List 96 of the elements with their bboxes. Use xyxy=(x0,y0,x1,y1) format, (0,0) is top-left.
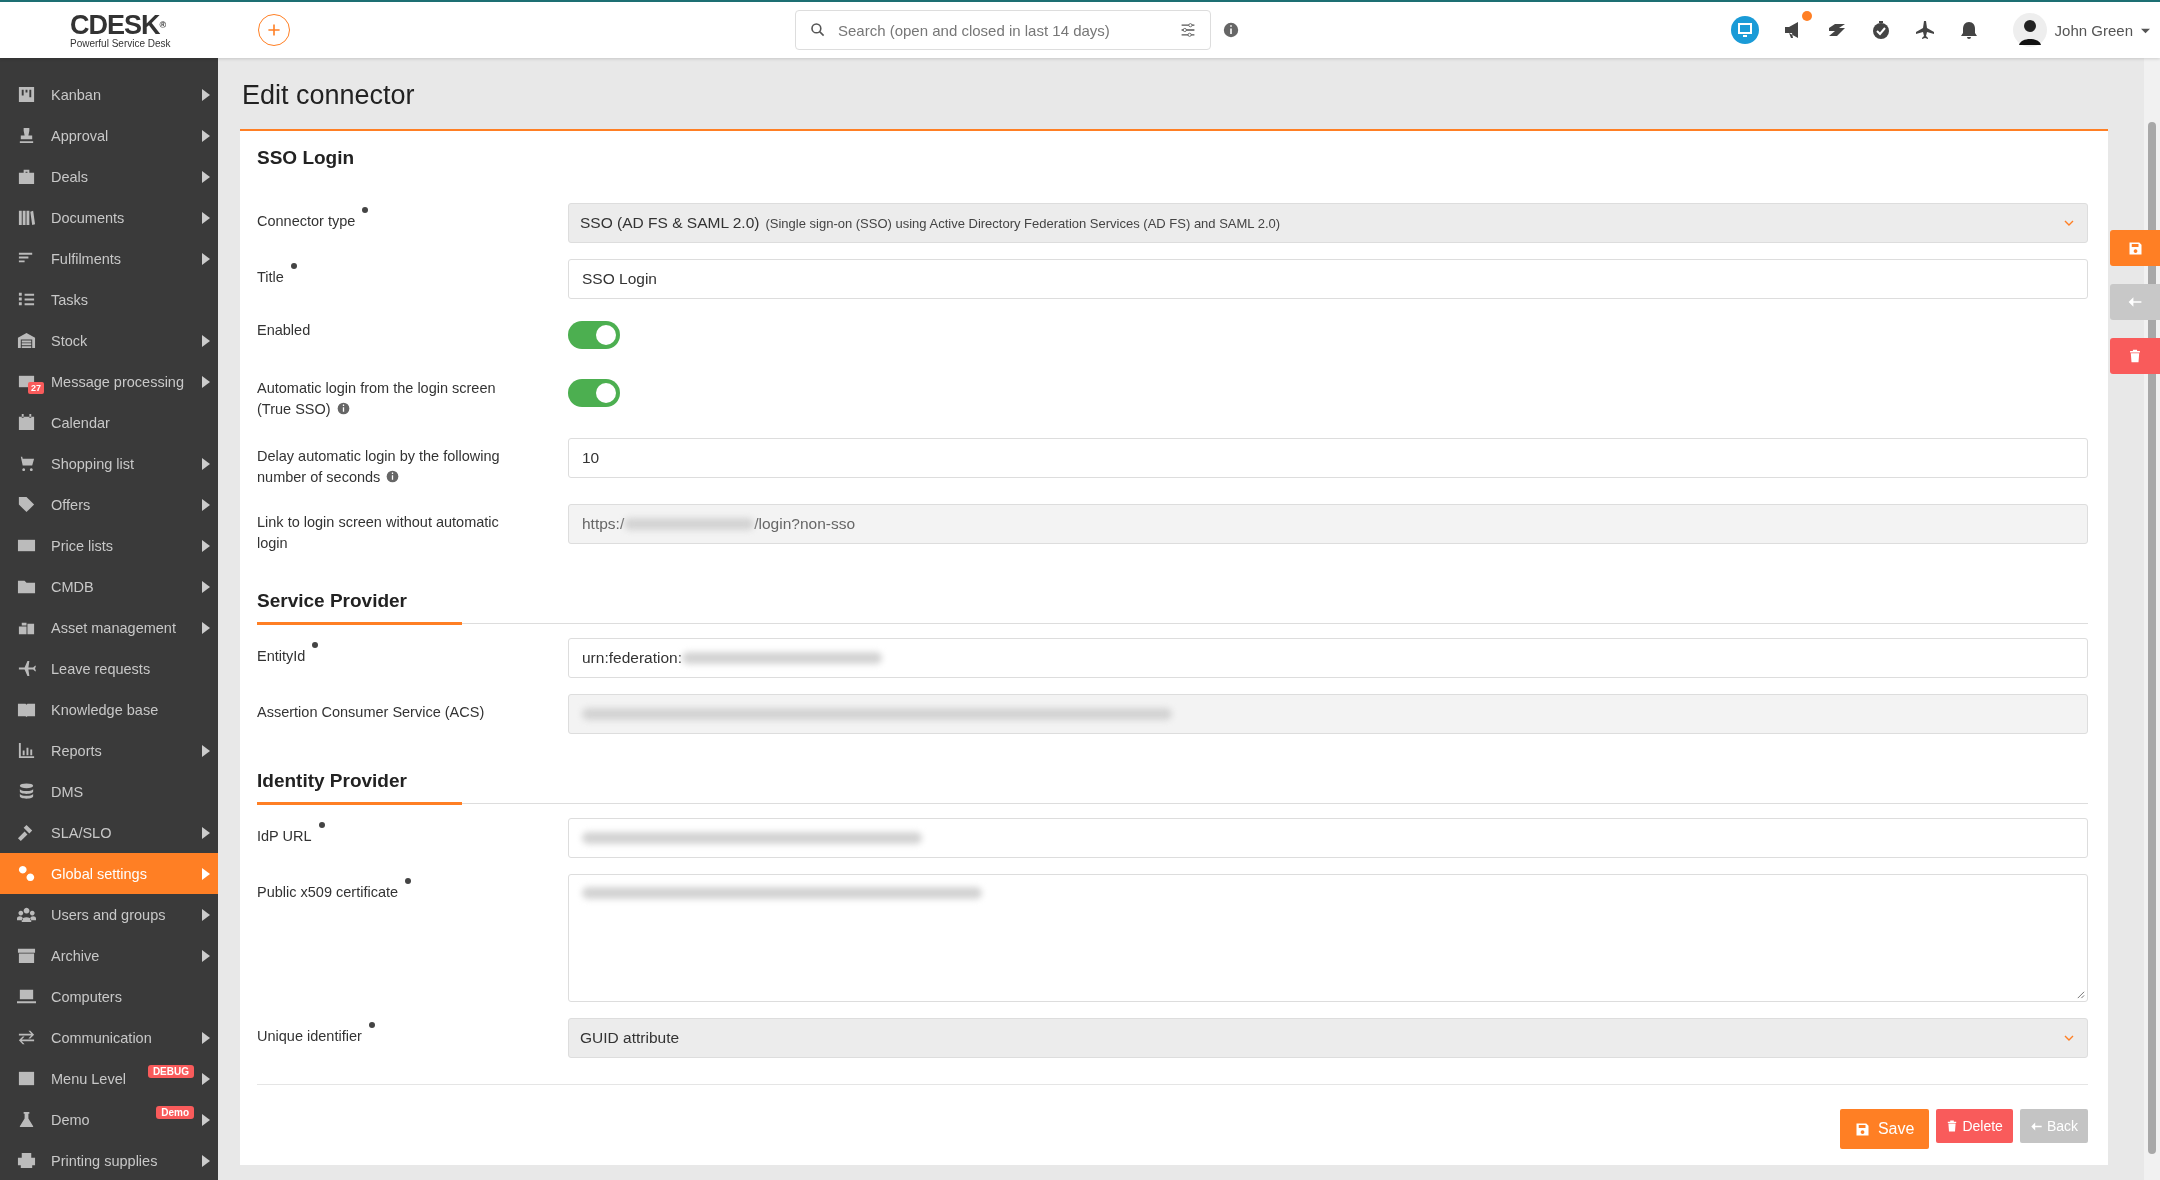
field-label: EntityId xyxy=(257,647,306,666)
sidebar-item[interactable]: Kanban xyxy=(0,74,218,115)
sidebar-item[interactable]: Shopping list xyxy=(0,443,218,484)
field-label: Assertion Consumer Service (ACS) xyxy=(257,703,485,722)
sidebar-item[interactable]: Archive xyxy=(0,935,218,976)
board-icon xyxy=(17,85,36,104)
sidebar-item[interactable]: Stock xyxy=(0,320,218,361)
search-field[interactable]: Search (open and closed in last 14 days) xyxy=(795,10,1211,50)
calendar-icon xyxy=(17,413,36,432)
bell-icon[interactable] xyxy=(1958,20,1979,40)
sidebar-item[interactable]: Leave requests xyxy=(0,648,218,689)
unread-count: 27 xyxy=(28,382,44,394)
field-label: IdP URL xyxy=(257,827,312,846)
sidebar-item[interactable]: Menu Level DEBUG xyxy=(0,1058,218,1099)
field-label: Title xyxy=(257,268,284,287)
user-menu[interactable]: John Green xyxy=(2012,13,2150,47)
info-icon[interactable] xyxy=(336,402,350,415)
logo-tagline: Powerful Service Desk xyxy=(70,37,172,49)
exchange-arrows-icon xyxy=(17,1028,36,1047)
plane-icon xyxy=(17,659,36,678)
chart-icon xyxy=(17,741,36,760)
sidebar-item[interactable]: Price lists xyxy=(0,525,218,566)
tag-icon xyxy=(17,495,36,514)
database-icon xyxy=(17,782,36,801)
sidebar-item[interactable]: Approval xyxy=(0,115,218,156)
info-icon[interactable] xyxy=(386,470,400,483)
sidebar-item[interactable]: Users and groups xyxy=(0,894,218,935)
filter-icon[interactable] xyxy=(1180,22,1196,38)
field-label: Link to login screen without automatic login xyxy=(257,513,500,553)
avatar-icon xyxy=(2012,13,2047,47)
input-field[interactable]: 10 xyxy=(568,438,2088,478)
page-title: Edit connector xyxy=(242,80,416,111)
info-icon[interactable] xyxy=(1223,22,1239,38)
toggle-switch[interactable] xyxy=(568,321,620,349)
books-icon xyxy=(17,208,36,227)
field-label: Delay automatic login by the following number of seconds xyxy=(257,447,501,487)
sidebar-item[interactable]: Documents xyxy=(0,197,218,238)
sidebar-item[interactable]: Reports xyxy=(0,730,218,771)
briefcase-icon xyxy=(17,167,36,186)
sidebar-item[interactable]: SLA/SLO xyxy=(0,812,218,853)
save-icon xyxy=(2127,240,2143,256)
menu-badge: Demo xyxy=(156,1106,194,1119)
sidebar-item[interactable]: Fulfilments xyxy=(0,238,218,279)
input-field[interactable]: https:/ /login?non-sso xyxy=(568,504,2088,544)
input-field[interactable]: SSO Login xyxy=(568,259,2088,299)
input-field[interactable] xyxy=(568,818,2088,858)
sidebar-item[interactable]: Deals xyxy=(0,156,218,197)
field-label: Connector type xyxy=(257,212,356,231)
sidebar-item[interactable]: Calendar xyxy=(0,402,218,443)
plane-icon[interactable] xyxy=(1914,20,1935,40)
archive-box-icon xyxy=(17,946,36,965)
toggle-switch[interactable] xyxy=(568,379,620,407)
add-button[interactable] xyxy=(258,14,290,46)
trash-icon xyxy=(1946,1120,1959,1132)
sidebar-item[interactable]: Knowledge base xyxy=(0,689,218,730)
field-label: Unique identifier xyxy=(257,1027,362,1046)
menu-badge: DEBUG xyxy=(147,1065,194,1078)
timer-check-icon[interactable] xyxy=(1870,20,1891,40)
people-icon xyxy=(17,905,36,924)
input-field[interactable] xyxy=(568,694,2088,734)
delete-side-button[interactable] xyxy=(2110,338,2160,374)
sidebar-item[interactable]: Tasks xyxy=(0,279,218,320)
field-label: Enabled xyxy=(257,321,311,340)
trash-icon xyxy=(2128,349,2142,363)
select-field[interactable]: GUID attribute xyxy=(568,1018,2088,1058)
sidebar-item[interactable]: Asset management xyxy=(0,607,218,648)
save-icon xyxy=(1854,1121,1870,1137)
remote-desktop-icon[interactable] xyxy=(1730,16,1759,44)
field-label: Public x509 certificate xyxy=(257,883,399,902)
section-title: Identity Provider xyxy=(257,770,462,805)
field-label: Automatic login from the login screen (True SSO) xyxy=(257,379,497,419)
resize-grip-icon[interactable] xyxy=(2076,990,2085,999)
chevron-down-icon xyxy=(2064,1033,2074,1043)
plus-icon xyxy=(266,22,282,38)
sidebar-item[interactable]: CMDB xyxy=(0,566,218,607)
stamp-icon xyxy=(17,126,36,145)
laptop-icon xyxy=(17,987,36,1006)
sidebar-item[interactable]: Communication xyxy=(0,1017,218,1058)
sidebar-item[interactable]: 27 Message processing xyxy=(0,361,218,402)
scrollbar[interactable] xyxy=(2144,58,2160,1180)
sidebar-item[interactable]: Computers xyxy=(0,976,218,1017)
sidebar-item[interactable]: Printing supplies xyxy=(0,1140,218,1180)
panel-icon xyxy=(17,1069,36,1088)
flask-icon xyxy=(17,1110,36,1129)
input-field[interactable]: urn:federation: xyxy=(568,638,2088,678)
sidebar-item[interactable]: Offers xyxy=(0,484,218,525)
save-side-button[interactable] xyxy=(2110,230,2160,266)
sidebar-item[interactable]: Demo Demo xyxy=(0,1099,218,1140)
select-field[interactable]: SSO (AD FS & SAML 2.0) (Single sign-on (SSO) using Active Directory Federation Services (AD FS) and SAML 2.0) xyxy=(568,203,2088,243)
section-title: SSO Login xyxy=(257,147,355,169)
section-title: Service Provider xyxy=(257,590,462,625)
warehouse-icon xyxy=(17,331,36,350)
chevron-down-icon xyxy=(2064,218,2074,228)
sidebar-item[interactable]: DMS xyxy=(0,771,218,812)
search-icon xyxy=(810,22,826,38)
logo: CDESK$^{®}$ xyxy=(70,11,166,38)
